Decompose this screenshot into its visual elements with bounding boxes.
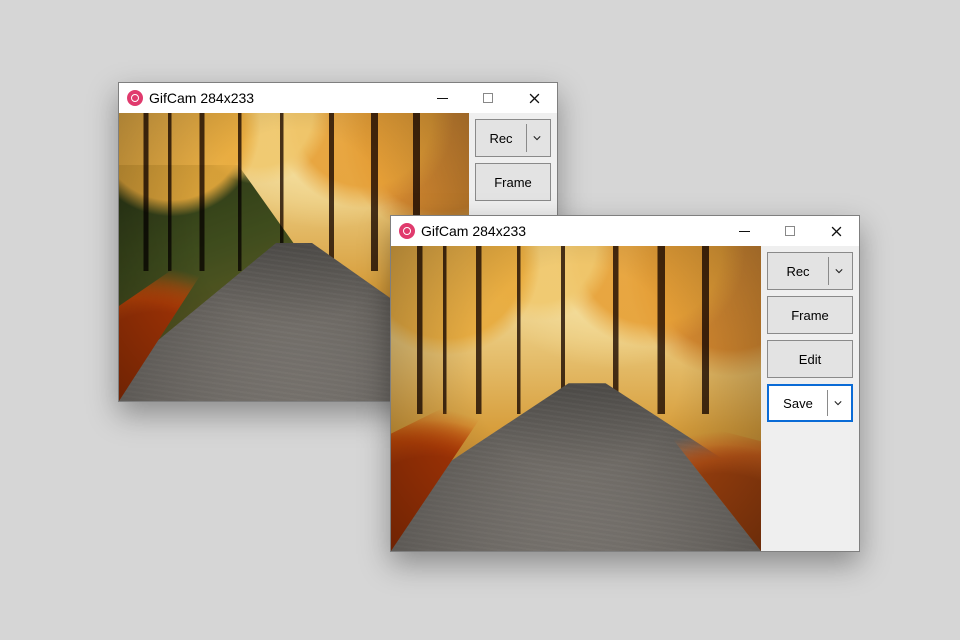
rec-button[interactable]: Rec (475, 119, 551, 157)
close-button[interactable] (511, 83, 557, 113)
gifcam-window-2: GifCam 284x233 Rec (390, 215, 860, 552)
frame-button-label: Frame (494, 175, 532, 190)
minimize-button[interactable] (419, 83, 465, 113)
chevron-down-icon (834, 399, 842, 407)
rec-button-label: Rec (476, 120, 526, 156)
window-controls (721, 216, 859, 246)
app-icon (399, 223, 415, 239)
save-button[interactable]: Save (767, 384, 853, 422)
maximize-button[interactable] (767, 216, 813, 246)
titlebar[interactable]: GifCam 284x233 (119, 83, 557, 113)
chevron-down-icon (835, 267, 843, 275)
save-dropdown-button[interactable] (827, 390, 847, 416)
close-icon (529, 93, 540, 104)
frame-button-label: Frame (791, 308, 829, 323)
window-controls (419, 83, 557, 113)
capture-preview-image (391, 246, 761, 551)
frame-button[interactable]: Frame (767, 296, 853, 334)
rec-dropdown-button[interactable] (526, 124, 546, 152)
rec-button[interactable]: Rec (767, 252, 853, 290)
edit-button[interactable]: Edit (767, 340, 853, 378)
frame-button[interactable]: Frame (475, 163, 551, 201)
rec-button-label: Rec (768, 253, 828, 289)
capture-area[interactable] (391, 246, 761, 551)
titlebar[interactable]: GifCam 284x233 (391, 216, 859, 246)
minimize-button[interactable] (721, 216, 767, 246)
window-title: GifCam 284x233 (149, 90, 254, 106)
close-icon (831, 226, 842, 237)
maximize-button[interactable] (465, 83, 511, 113)
sidebar: Rec Frame Edit Save (761, 246, 859, 551)
save-button-label: Save (769, 386, 827, 420)
app-icon (127, 90, 143, 106)
rec-dropdown-button[interactable] (828, 257, 848, 285)
edit-button-label: Edit (799, 352, 821, 367)
close-button[interactable] (813, 216, 859, 246)
window-title: GifCam 284x233 (421, 223, 526, 239)
chevron-down-icon (533, 134, 541, 142)
